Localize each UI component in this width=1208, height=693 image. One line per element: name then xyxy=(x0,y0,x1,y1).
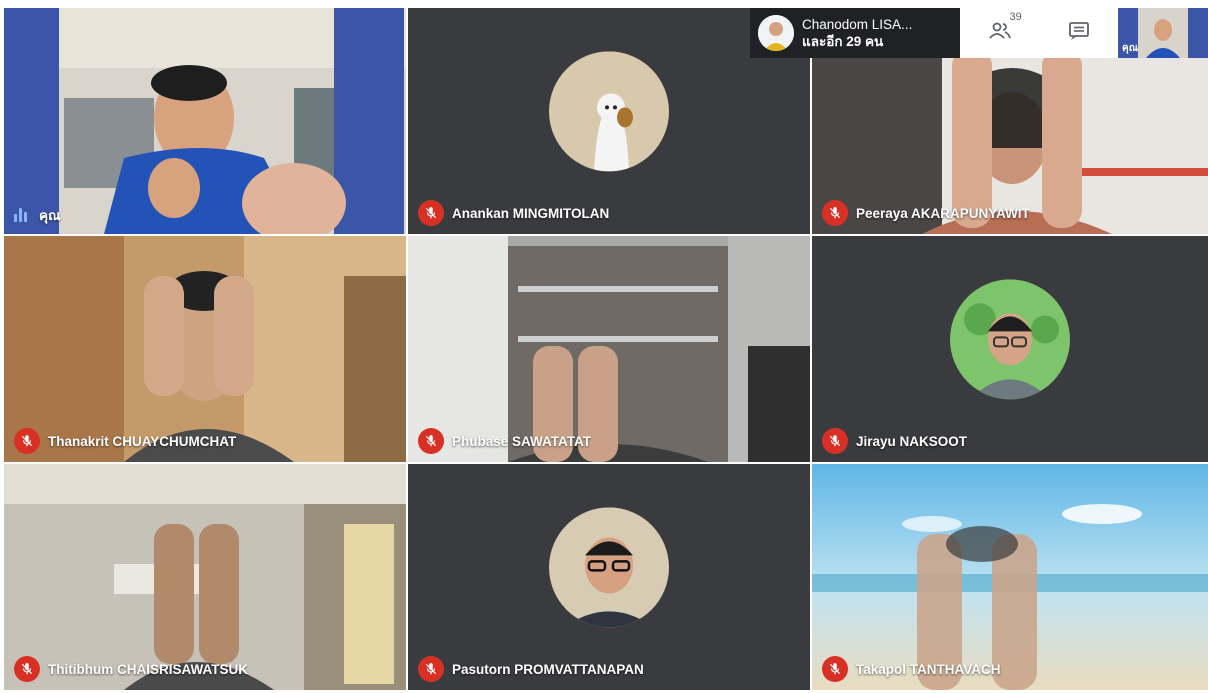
chat-button[interactable] xyxy=(1067,19,1091,48)
presenter-chip[interactable]: Chanodom LISA... และอีก 29 คน xyxy=(750,8,960,58)
participant-tile[interactable]: Jirayu NAKSOOT xyxy=(812,236,1208,462)
participant-name: Thanakrit CHUAYCHUMCHAT xyxy=(48,433,237,449)
audio-level-icon xyxy=(14,208,27,222)
nameplate: Peeraya AKARAPUNYAWIT xyxy=(822,200,1030,226)
participant-name: Jirayu NAKSOOT xyxy=(856,433,968,449)
participant-tile[interactable]: Thanakrit CHUAYCHUMCHAT xyxy=(4,236,406,462)
nameplate: Thitibhum CHAISRISAWATSUK xyxy=(14,656,248,682)
avatar xyxy=(549,51,669,172)
participant-name: Peeraya AKARAPUNYAWIT xyxy=(856,205,1030,221)
video-grid: คุณ Anankan MINGMITOLAN Peeraya AKARAPUN… xyxy=(4,8,1208,690)
mic-off-icon xyxy=(14,428,40,454)
mic-off-icon xyxy=(418,428,444,454)
participant-count: 39 xyxy=(1009,10,1022,23)
avatar xyxy=(549,507,669,628)
mic-off-icon xyxy=(418,200,444,226)
participant-tile[interactable]: Phubase SAWATATAT xyxy=(408,236,810,462)
nameplate: Pasutorn PROMVATTANAPAN xyxy=(418,656,644,682)
mic-off-icon xyxy=(418,656,444,682)
presenter-subtext: และอีก 29 คน xyxy=(802,34,884,49)
avatar xyxy=(950,279,1070,400)
presenter-name: Chanodom LISA... xyxy=(802,17,913,32)
participant-name: Thitibhum CHAISRISAWATSUK xyxy=(48,661,248,677)
mic-off-icon xyxy=(822,656,848,682)
people-icon xyxy=(988,22,1011,39)
people-button[interactable]: 39 xyxy=(988,11,1022,48)
participant-name: Takapol TANTHAVACH xyxy=(856,661,1001,677)
camera-feed xyxy=(4,8,406,234)
participant-tile[interactable]: Thitibhum CHAISRISAWATSUK xyxy=(4,464,406,690)
nameplate: Anankan MINGMITOLAN xyxy=(418,200,609,226)
participant-tile-self[interactable]: คุณ xyxy=(4,8,406,234)
participant-name: Phubase SAWATATAT xyxy=(452,433,592,449)
nameplate: Takapol TANTHAVACH xyxy=(822,656,1001,682)
nameplate: คุณ xyxy=(14,204,61,226)
nameplate: Phubase SAWATATAT xyxy=(418,428,591,454)
self-label: คุณ xyxy=(1122,43,1138,54)
meeting-controls: 39 xyxy=(960,8,1118,58)
mic-off-icon xyxy=(822,200,848,226)
nameplate: Jirayu NAKSOOT xyxy=(822,428,967,454)
participant-name: Anankan MINGMITOLAN xyxy=(452,205,610,221)
participant-name: คุณ xyxy=(39,208,61,223)
mic-off-icon xyxy=(822,428,848,454)
participant-name: Pasutorn PROMVATTANAPAN xyxy=(452,661,644,677)
participant-tile[interactable]: Takapol TANTHAVACH xyxy=(812,464,1208,690)
mic-off-icon xyxy=(14,656,40,682)
participant-tile[interactable]: Pasutorn PROMVATTANAPAN xyxy=(408,464,810,690)
nameplate: Thanakrit CHUAYCHUMCHAT xyxy=(14,428,236,454)
avatar xyxy=(758,15,794,51)
self-view-thumbnail[interactable]: คุณ xyxy=(1118,8,1208,58)
chat-icon xyxy=(1068,21,1089,40)
